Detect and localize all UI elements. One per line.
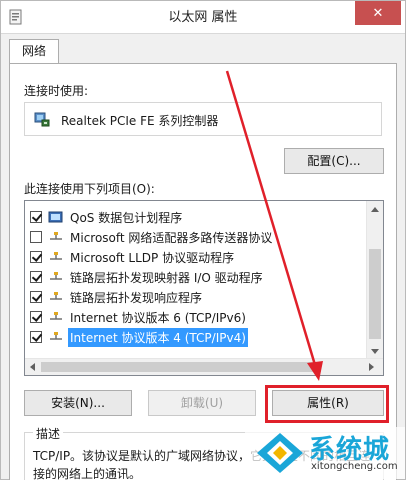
item-label: Internet 协议版本 4 (TCP/IPv4) (68, 327, 248, 347)
list-item[interactable]: Microsoft 网络适配器多路传送器协议 (25, 227, 365, 247)
protocol-icon (50, 252, 62, 260)
components-list[interactable]: QoS 数据包计划程序 Microsoft 网络适配器多路传送器协议 Microso… (24, 200, 384, 376)
item-checkbox[interactable] (30, 331, 42, 343)
configure-button[interactable]: 配置(C)... (284, 148, 384, 174)
close-icon: ✕ (372, 5, 384, 21)
horizontal-scrollbar[interactable] (25, 358, 383, 375)
horizontal-scroll-thumb[interactable] (41, 362, 321, 372)
item-label: Internet 协议版本 6 (TCP/IPv6) (70, 310, 246, 325)
watermark-url: xitongcheng.com (311, 461, 398, 472)
tab-network[interactable]: 网络 (9, 39, 59, 64)
protocol-icon (50, 232, 62, 240)
item-label: Microsoft 网络适配器多路传送器协议 (70, 230, 273, 245)
title-bar[interactable]: 以太网 属性 ✕ (1, 1, 405, 34)
protocol-icon (50, 272, 62, 280)
list-item[interactable]: 链路层拓扑发现响应程序 (25, 287, 365, 307)
protocol-icon (50, 332, 62, 340)
list-item[interactable]: Internet 协议版本 4 (TCP/IPv4) (25, 327, 365, 347)
protocol-icon (50, 292, 62, 300)
item-label: QoS 数据包计划程序 (70, 210, 183, 225)
properties-dialog: 以太网 属性 ✕ 网络 连接时使用: Realtek PCIe FE 系列控制器… (0, 0, 406, 480)
item-checkbox[interactable] (30, 251, 42, 263)
window-title: 以太网 属性 (168, 10, 238, 25)
item-label: 链路层拓扑发现映射器 I/O 驱动程序 (70, 270, 263, 285)
item-checkbox[interactable] (30, 231, 42, 243)
description-title: 描述 (33, 425, 64, 442)
item-checkbox[interactable] (30, 311, 42, 323)
scroll-up-arrow-icon[interactable] (371, 207, 379, 212)
scroll-right-arrow-icon[interactable] (369, 363, 374, 371)
item-checkbox[interactable] (30, 291, 42, 303)
scroll-left-arrow-icon[interactable] (30, 363, 35, 371)
vertical-scroll-thumb[interactable] (369, 249, 381, 339)
item-checkbox[interactable] (30, 271, 42, 283)
qos-scheduler-icon (48, 211, 63, 223)
list-item[interactable]: QoS 数据包计划程序 (25, 207, 365, 227)
watermark: 系统城 xitongcheng.com (245, 427, 405, 479)
network-adapter-icon (34, 112, 50, 127)
scroll-down-arrow-icon[interactable] (371, 349, 379, 354)
connect-using-label: 连接时使用: (24, 84, 89, 98)
item-label: 链路层拓扑发现响应程序 (70, 290, 203, 305)
uninstall-button[interactable]: 卸载(U) (148, 390, 256, 416)
item-checkbox[interactable] (30, 211, 42, 223)
annotation-highlight-box (265, 385, 389, 423)
install-button[interactable]: 安装(N)... (24, 390, 132, 416)
vertical-scrollbar[interactable] (366, 201, 383, 360)
items-label: 此连接使用下列项目(O): (24, 182, 155, 196)
close-button[interactable]: ✕ (355, 1, 401, 25)
watermark-logo-icon (257, 433, 303, 473)
protocol-icon (50, 312, 62, 320)
list-item[interactable]: Internet 协议版本 6 (TCP/IPv6) (25, 307, 365, 327)
list-item[interactable]: 链路层拓扑发现映射器 I/O 驱动程序 (25, 267, 365, 287)
adapter-name: Realtek PCIe FE 系列控制器 (61, 114, 219, 128)
item-label: Microsoft LLDP 协议驱动程序 (70, 250, 235, 265)
adapter-display: Realtek PCIe FE 系列控制器 (24, 102, 382, 136)
list-item[interactable]: Microsoft LLDP 协议驱动程序 (25, 247, 365, 267)
